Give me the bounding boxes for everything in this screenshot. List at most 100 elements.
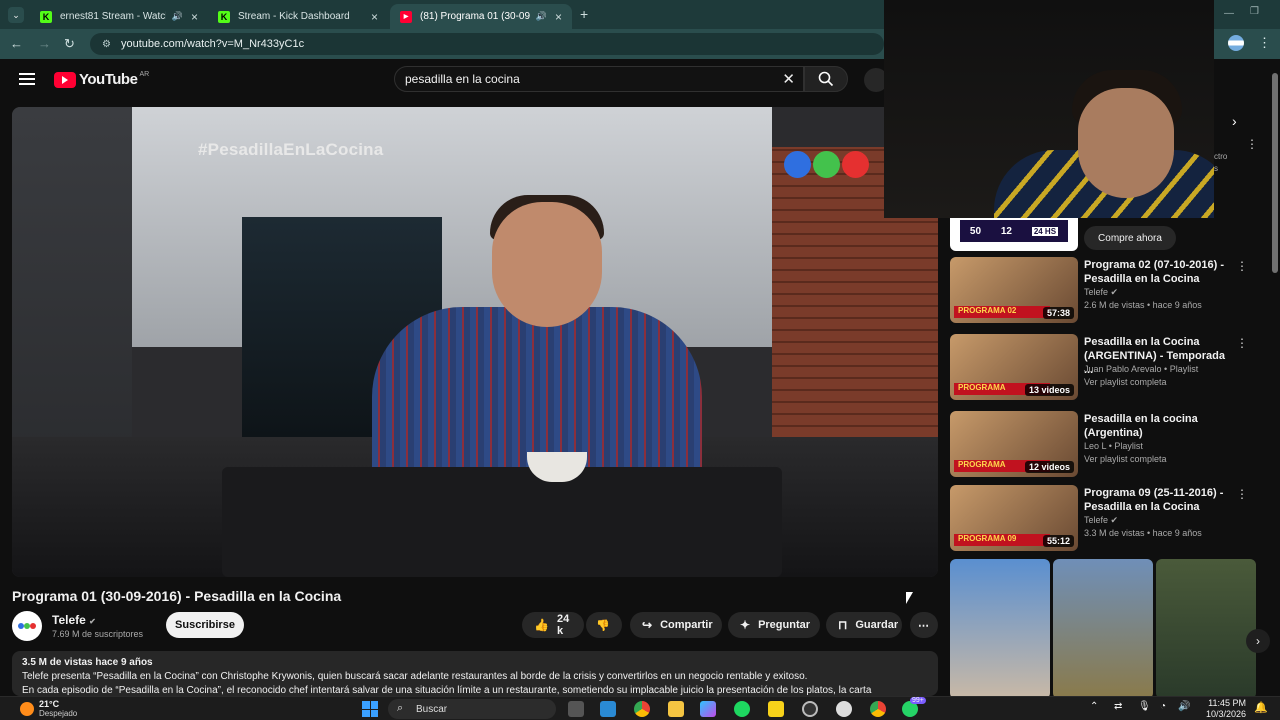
related-video-item[interactable]: PROGRAMA 09 55:12 Programa 09 (25-11-201…: [950, 485, 1262, 553]
related-video-channel[interactable]: Juan Pablo Arevalo • Playlist: [1084, 364, 1198, 374]
kebab-menu-icon[interactable]: ⋮: [1236, 259, 1248, 273]
site-info-icon[interactable]: ⚙: [102, 39, 111, 50]
spotify-icon[interactable]: [734, 701, 750, 717]
save-button[interactable]: ⊓ Guardar: [826, 612, 902, 638]
close-tab-icon[interactable]: ×: [371, 10, 378, 24]
chevron-right-icon[interactable]: ›: [1246, 629, 1270, 653]
reload-icon[interactable]: ↻: [64, 36, 75, 52]
ask-button[interactable]: ✦ Preguntar: [728, 612, 820, 638]
copilot-icon[interactable]: [700, 701, 716, 717]
related-video-stats: 2.6 M de vistas • hace 9 años: [1084, 300, 1202, 310]
like-button[interactable]: 👍 24 k: [522, 612, 584, 638]
related-video-channel[interactable]: Telefe ✔: [1084, 287, 1118, 298]
related-playlist-item[interactable]: PROGRAMA 13 videos Pesadilla en la Cocin…: [950, 334, 1262, 402]
playlist-thumbnail[interactable]: PROGRAMA 12 videos: [950, 411, 1078, 477]
verified-icon: ✔: [89, 617, 96, 626]
address-bar[interactable]: ⚙ youtube.com/watch?v=M_Nr433yC1c: [90, 33, 884, 55]
close-tab-icon[interactable]: ×: [555, 10, 562, 24]
channel-name[interactable]: Telefe ✔: [52, 613, 96, 627]
duration-badge: 55:12: [1042, 535, 1074, 547]
channel-avatar[interactable]: [12, 611, 42, 641]
minimize-icon[interactable]: —: [1224, 8, 1234, 19]
related-video-item[interactable]: PROGRAMA 02 57:38 Programa 02 (07-10-201…: [950, 257, 1262, 325]
kebab-menu-icon[interactable]: ⋮: [1236, 336, 1248, 350]
channel-label: Telefe: [1084, 515, 1109, 525]
forward-icon[interactable]: →: [38, 36, 51, 51]
related-playlist-item[interactable]: PROGRAMA 12 videos Pesadilla en la cocin…: [950, 411, 1262, 479]
kebab-menu-icon[interactable]: ⋮: [1236, 487, 1248, 501]
speaker-icon[interactable]: 🔊: [172, 11, 183, 22]
related-video-channel[interactable]: Leo L • Playlist: [1084, 441, 1143, 451]
channel-name-text: Telefe: [52, 613, 86, 627]
tab-kick-dashboard[interactable]: K Stream - Kick Dashboard ×: [208, 4, 388, 29]
weather-sun-icon: [20, 702, 34, 716]
wifi-icon[interactable]: ◔: [1160, 701, 1166, 712]
playlist-thumbnail[interactable]: PROGRAMA 13 videos: [950, 334, 1078, 400]
close-tab-icon[interactable]: ×: [191, 10, 198, 24]
task-view-icon[interactable]: [568, 701, 584, 717]
weather-widget[interactable]: 21°C Despejado: [20, 699, 77, 719]
toolbar-right: ⋮: [1214, 29, 1280, 59]
buy-now-button[interactable]: Compre ahora: [1084, 226, 1176, 250]
profile-avatar[interactable]: [1228, 35, 1244, 51]
speaker-icon[interactable]: 🔊: [536, 11, 547, 22]
notification-icon[interactable]: 🔔: [1254, 701, 1268, 714]
volume-icon[interactable]: 🔊: [1178, 701, 1190, 712]
youtube-logo[interactable]: YouTube AR: [54, 71, 149, 88]
system-clock[interactable]: 11:45 PM 10/3/2026: [1196, 698, 1246, 720]
tab-title: Stream - Kick Dashboard: [238, 11, 350, 22]
short-thumbnail[interactable]: [950, 559, 1050, 696]
tab-youtube-video[interactable]: ▶ (81) Programa 01 (30-09-20 🔊 ×: [390, 4, 572, 29]
back-icon[interactable]: ←: [10, 36, 23, 51]
view-full-playlist-link[interactable]: Ver playlist completa: [1084, 377, 1167, 387]
page-scrollbar[interactable]: [1270, 59, 1280, 696]
thumbnail-stamp: PROGRAMA 09: [954, 534, 1050, 546]
search-button[interactable]: [804, 66, 848, 92]
tab-kick-stream[interactable]: K ernest81 Stream - Watch Li 🔊 ×: [30, 4, 208, 29]
maximize-icon[interactable]: ❐: [1250, 6, 1259, 17]
weather-temp: 21°C: [39, 699, 60, 709]
share-button[interactable]: ↪ Compartir: [630, 612, 722, 638]
related-video-channel[interactable]: Telefe ✔: [1084, 515, 1118, 526]
chrome-icon[interactable]: [634, 701, 650, 717]
tray-chevron-icon[interactable]: ⌃: [1090, 701, 1098, 712]
kebab-menu-icon[interactable]: ⋮: [1246, 137, 1258, 151]
vscode-icon[interactable]: [600, 701, 616, 717]
view-full-playlist-link[interactable]: Ver playlist completa: [1084, 454, 1167, 464]
video-player[interactable]: #PesadillaEnLaCocina: [12, 107, 938, 577]
network-icon[interactable]: ⇄: [1114, 701, 1122, 712]
sparkle-icon: ✦: [740, 618, 751, 632]
related-video-title[interactable]: Programa 09 (25-11-2016) - Pesadilla en …: [1084, 486, 1234, 514]
ad-text: 50: [969, 225, 982, 237]
short-thumbnail[interactable]: [1053, 559, 1153, 696]
clear-search-icon[interactable]: ✕: [782, 70, 795, 88]
obs-icon[interactable]: [802, 701, 818, 717]
windows-start-icon[interactable]: [362, 701, 378, 717]
menu-icon[interactable]: ⋮: [1258, 35, 1271, 51]
video-thumbnail[interactable]: PROGRAMA 09 55:12: [950, 485, 1078, 551]
dislike-button[interactable]: 👎: [586, 612, 622, 638]
ad-banner: 50 12 24 HS: [960, 220, 1068, 242]
tab-search-button[interactable]: ⌄: [8, 7, 24, 23]
hamburger-menu-icon[interactable]: [19, 73, 35, 85]
related-video-title[interactable]: Programa 02 (07-10-2016) - Pesadilla en …: [1084, 258, 1234, 286]
taskbar-search[interactable]: ⌕ Buscar: [388, 699, 556, 719]
description-box[interactable]: 3.5 M de vistas hace 9 años Telefe prese…: [12, 651, 938, 696]
weather-condition: Despejado: [39, 709, 78, 718]
short-thumbnail[interactable]: [1156, 559, 1256, 696]
chrome-icon[interactable]: [870, 701, 886, 717]
clock-app-icon[interactable]: [836, 701, 852, 717]
chevron-right-icon[interactable]: ›: [1232, 113, 1237, 129]
new-tab-button[interactable]: +: [580, 6, 588, 22]
more-actions-button[interactable]: ⋯: [910, 612, 938, 638]
subscribe-button[interactable]: Suscribirse: [166, 612, 244, 638]
ad-thumbnail[interactable]: 50 12 24 HS: [950, 217, 1078, 251]
scrollbar-thumb[interactable]: [1272, 73, 1278, 273]
related-video-title[interactable]: Pesadilla en la cocina (Argentina): [1084, 412, 1234, 440]
sticky-notes-icon[interactable]: [768, 701, 784, 717]
video-thumbnail[interactable]: PROGRAMA 02 57:38: [950, 257, 1078, 323]
kick-icon: K: [218, 10, 230, 23]
search-input[interactable]: pesadilla en la cocina ✕: [394, 66, 804, 92]
microphone-icon[interactable]: 🎙: [1138, 701, 1151, 712]
folder-icon[interactable]: [668, 701, 684, 717]
